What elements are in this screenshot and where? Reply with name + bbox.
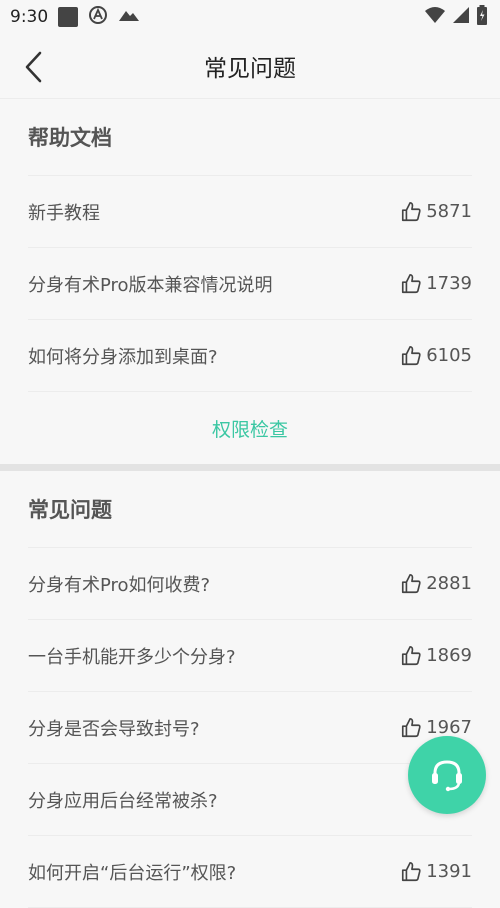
list-item[interactable]: 分身应用后台经常被杀? — [28, 764, 472, 836]
like-count-value: 1739 — [426, 273, 472, 294]
status-time: 9:30 — [10, 7, 49, 27]
like-count-value: 1967 — [426, 717, 472, 738]
like-count-value: 2881 — [426, 573, 472, 594]
list-item-label: 新手教程 — [28, 202, 100, 224]
chevron-left-icon — [25, 51, 42, 83]
customer-service-button[interactable] — [408, 736, 486, 814]
thumbs-up-icon — [402, 861, 421, 881]
like-count[interactable]: 5871 — [400, 201, 472, 223]
back-button[interactable] — [18, 50, 48, 84]
top-bar: 常见问题 — [0, 34, 500, 99]
like-count[interactable]: 1739 — [400, 273, 472, 295]
status-right — [424, 5, 488, 29]
status-bar: 9:30 — [0, 0, 500, 34]
list-item[interactable]: 新手教程 5871 — [28, 176, 472, 248]
battery-icon — [476, 5, 488, 29]
list-item[interactable]: 如何开启“后台运行”权限? 1391 — [28, 836, 472, 908]
help-docs-heading: 帮助文档 — [28, 99, 472, 176]
help-docs-section: 帮助文档 新手教程 5871 分身有术Pro版本兼容情况说明 1739 如何将分… — [0, 99, 500, 464]
notification-app-icon — [58, 7, 79, 27]
notification-mountain-icon — [118, 7, 140, 27]
thumbs-up-icon — [402, 273, 421, 293]
list-item[interactable]: 一台手机能开多少个分身? 1869 — [28, 620, 472, 692]
signal-icon — [452, 6, 470, 28]
list-item-label: 分身是否会导致封号? — [28, 718, 200, 740]
like-count[interactable]: 1391 — [400, 861, 472, 883]
list-item[interactable]: 分身有术Pro如何收费? 2881 — [28, 548, 472, 620]
like-count[interactable]: 2881 — [400, 573, 472, 595]
status-left: 9:30 — [10, 5, 140, 29]
list-item-label: 如何将分身添加到桌面? — [28, 346, 218, 368]
thumbs-up-icon — [402, 345, 421, 365]
list-item-label: 一台手机能开多少个分身? — [28, 646, 236, 668]
faq-heading: 常见问题 — [28, 471, 472, 548]
list-item-label: 分身有术Pro版本兼容情况说明 — [28, 274, 273, 296]
headset-icon — [432, 760, 462, 792]
like-count[interactable]: 6105 — [400, 345, 472, 367]
like-count[interactable]: 1967 — [400, 717, 472, 739]
like-count-value: 1869 — [426, 645, 472, 666]
notification-a-icon — [88, 5, 108, 29]
thumbs-up-icon — [402, 573, 421, 593]
thumbs-up-icon — [402, 717, 421, 737]
faq-section: 常见问题 分身有术Pro如何收费? 2881 一台手机能开多少个分身? 1869… — [0, 471, 500, 908]
list-item-label: 分身应用后台经常被杀? — [28, 790, 218, 812]
list-item[interactable]: 分身是否会导致封号? 1967 — [28, 692, 472, 764]
permission-check-link[interactable]: 权限检查 — [28, 392, 472, 464]
thumbs-up-icon — [402, 645, 421, 665]
thumbs-up-icon — [402, 201, 421, 221]
like-count-value: 1391 — [426, 861, 472, 882]
like-count-value: 5871 — [426, 201, 472, 222]
list-item[interactable]: 如何将分身添加到桌面? 6105 — [28, 320, 472, 392]
list-item[interactable]: 分身有术Pro版本兼容情况说明 1739 — [28, 248, 472, 320]
like-count[interactable]: 1869 — [400, 645, 472, 667]
page-title: 常见问题 — [204, 56, 296, 82]
section-divider — [0, 464, 500, 471]
like-count-value: 6105 — [426, 345, 472, 366]
list-item-label: 分身有术Pro如何收费? — [28, 574, 211, 596]
wifi-icon — [424, 6, 446, 28]
list-item-label: 如何开启“后台运行”权限? — [28, 862, 237, 884]
